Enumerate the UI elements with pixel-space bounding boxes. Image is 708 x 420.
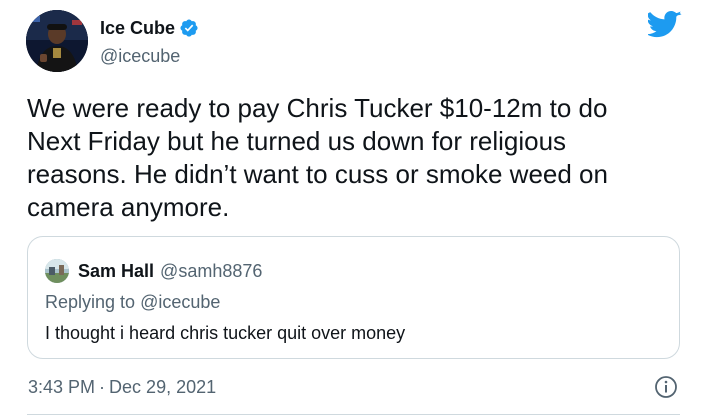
quoted-author-avatar-image (45, 259, 69, 283)
author-name-row: Ice Cube (100, 16, 199, 40)
quoted-tweet-card[interactable]: Sam Hall @samh8876 Replying to @icecube … (27, 236, 680, 359)
tweet-date: Dec 29, 2021 (109, 377, 217, 397)
verified-badge-icon (180, 19, 198, 37)
replying-to-line: Replying to @icecube (45, 290, 220, 314)
author-display-name[interactable]: Ice Cube (100, 16, 175, 40)
replying-to-prefix: Replying to (45, 292, 136, 312)
info-icon[interactable] (654, 375, 678, 399)
author-handle[interactable]: @icecube (100, 45, 180, 67)
quoted-tweet-text: I thought i heard chris tucker quit over… (45, 323, 406, 343)
bottom-divider (27, 414, 680, 415)
twitter-bird-icon[interactable] (648, 10, 682, 40)
timestamp-separator: · (99, 377, 106, 397)
tweet-text: We were ready to pay Chris Tucker $10-12… (27, 93, 608, 222)
quoted-author-avatar[interactable] (45, 259, 69, 283)
author-avatar-image (26, 10, 88, 72)
tweet-timestamp[interactable]: 3:43 PM · Dec 29, 2021 (28, 376, 216, 398)
replying-to-handle[interactable]: @icecube (140, 292, 220, 312)
quoted-tweet-header: Sam Hall @samh8876 (45, 258, 262, 284)
tweet-time: 3:43 PM (28, 377, 96, 397)
quoted-author-handle[interactable]: @samh8876 (160, 261, 262, 282)
author-avatar[interactable] (26, 10, 88, 72)
quoted-author-display-name[interactable]: Sam Hall (78, 261, 154, 282)
tweet-card: Ice Cube @icecube We were ready to pay C… (0, 0, 708, 420)
